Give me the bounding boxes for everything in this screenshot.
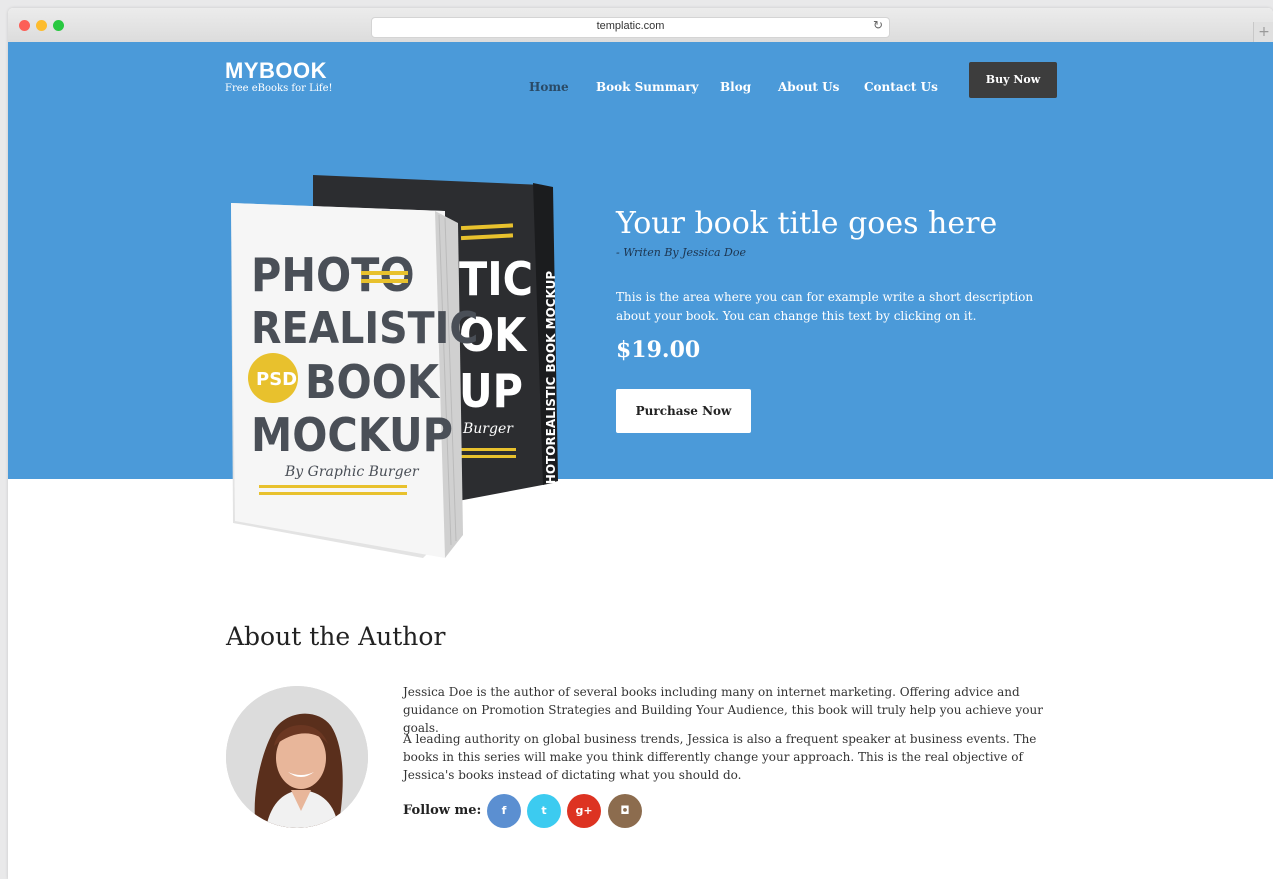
about-heading: About the Author [226, 622, 446, 651]
site-logo[interactable]: MYBOOK Free eBooks for Life! [225, 59, 333, 95]
nav-item-blog[interactable]: Blog [720, 80, 751, 94]
follow-me-label: Follow me: [403, 803, 482, 818]
author-avatar [226, 686, 368, 828]
front-cover-line-2: REALISTIC [251, 303, 478, 354]
new-tab-icon[interactable]: + [1253, 22, 1273, 42]
author-bio-paragraph-1: Jessica Doe is the author of several boo… [403, 685, 1043, 735]
nav-item-about-us[interactable]: About Us [778, 80, 839, 94]
book-author: - Writen By Jessica Doe [616, 246, 747, 259]
back-cover-line-3: UP [459, 364, 523, 418]
front-cover-byline: By Graphic Burger [284, 464, 420, 480]
book-description: This is the area where you can for examp… [616, 290, 1034, 323]
spine-text: PHOTOREALISTIC BOOK MOCKUP [544, 271, 558, 493]
close-window-button[interactable] [19, 20, 30, 31]
back-cover-byline: Burger [462, 421, 514, 437]
reload-icon[interactable]: ↻ [873, 18, 883, 32]
author-bio-paragraph-2: A leading authority on global business t… [403, 732, 1037, 782]
author-photo [226, 686, 368, 828]
nav-item-contact-us[interactable]: Contact Us [864, 80, 938, 94]
browser-toolbar: templatic.com ↻ [8, 8, 1273, 43]
logo-title: MYBOOK [225, 58, 327, 83]
twitter-icon[interactable]: t [527, 794, 561, 828]
facebook-icon[interactable]: f [487, 794, 521, 828]
book-price: $19.00 [616, 337, 701, 363]
front-cover-line-4: MOCKUP [251, 408, 453, 462]
buy-now-button[interactable]: Buy Now [969, 62, 1057, 98]
minimize-window-button[interactable] [36, 20, 47, 31]
book-title: Your book title goes here [616, 206, 998, 241]
google-plus-icon[interactable]: g+ [567, 794, 601, 828]
zoom-window-button[interactable] [53, 20, 64, 31]
browser-window: templatic.com ↻ + MYBOOK Free eBooks for… [8, 8, 1273, 879]
instagram-icon[interactable]: ◘ [608, 794, 642, 828]
url-text: templatic.com [596, 20, 665, 32]
front-cover-line-3: BOOK [305, 355, 441, 409]
address-bar[interactable]: templatic.com ↻ [371, 17, 890, 38]
nav-item-book-summary[interactable]: Book Summary [596, 80, 699, 94]
hero-section: MYBOOK Free eBooks for Life! Home Book S… [8, 42, 1273, 479]
psd-badge-text: PSD [256, 369, 297, 390]
nav-item-home[interactable]: Home [529, 80, 569, 94]
back-cover-line-1: TIC [459, 252, 533, 306]
front-book: PHOTO REALISTIC PSD BOOK MOCKUP By Graph… [231, 203, 478, 558]
book-mockup-image: TIC OK UP Burger PHOTOREALISTIC BOOK MOC… [231, 175, 558, 558]
purchase-now-button[interactable]: Purchase Now [616, 389, 751, 433]
logo-subtitle: Free eBooks for Life! [225, 83, 333, 94]
